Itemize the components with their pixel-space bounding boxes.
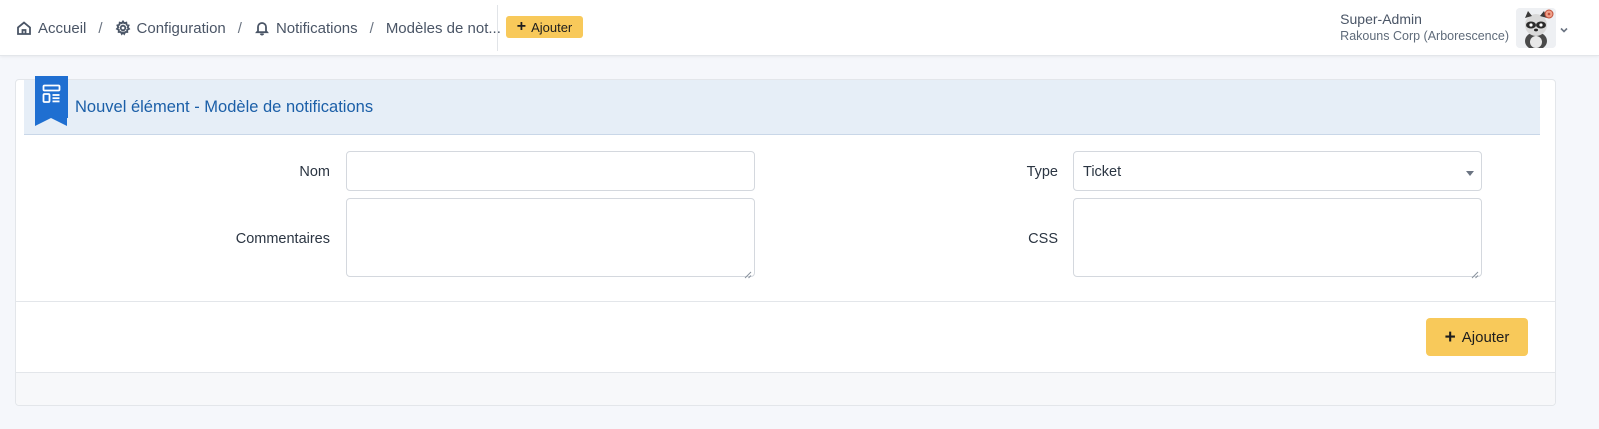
breadcrumb-home[interactable]: Accueil: [16, 20, 86, 37]
type-select[interactable]: Ticket: [1073, 151, 1482, 191]
add-button-label: Ajouter: [531, 19, 573, 35]
card-title: Nouvel élément - Modèle de notifications: [75, 98, 374, 116]
breadcrumb: Accueil / Configuration / Notifications …: [16, 17, 501, 39]
toolbar-divider: [497, 5, 498, 51]
name-input[interactable]: [346, 151, 755, 191]
bell-icon: [255, 22, 269, 36]
user-entity: Rakouns Corp (Arborescence): [1340, 29, 1509, 43]
top-bar: Accueil / Configuration / Notifications …: [0, 0, 1599, 56]
resize-handle[interactable]: [744, 266, 752, 279]
raccoon-avatar-icon: [1516, 8, 1556, 48]
card-divider: [16, 301, 1555, 302]
chevron-down-icon: [1560, 27, 1568, 33]
breadcrumb-config-label: Configuration: [136, 19, 226, 37]
card-ribbon: [35, 76, 68, 118]
form-icon: [42, 84, 61, 103]
type-label: Type: [1026, 164, 1058, 180]
form-card: Nouvel élément - Modèle de notifications…: [15, 76, 1556, 406]
submit-add-label: Ajouter: [1461, 328, 1510, 346]
card-ribbon-tail: [35, 118, 67, 126]
plus-icon: +: [516, 18, 527, 35]
breadcrumb-notifications-label: Notifications: [275, 19, 358, 37]
user-menu[interactable]: Super-Admin Rakouns Corp (Arborescence): [1340, 11, 1509, 44]
breadcrumb-separator: /: [369, 19, 374, 37]
breadcrumb-separator: /: [98, 19, 103, 37]
breadcrumb-notifications[interactable]: Notifications: [254, 20, 358, 37]
caret-down-icon: [1466, 171, 1474, 176]
css-textarea[interactable]: [1073, 198, 1482, 279]
breadcrumb-current[interactable]: Modèles de not...: [386, 20, 501, 37]
breadcrumb-config[interactable]: Configuration: [115, 20, 226, 37]
card-header: Nouvel élément - Modèle de notifications: [24, 76, 1540, 135]
breadcrumb-separator: /: [237, 19, 242, 37]
submit-add-button[interactable]: + Ajouter: [1426, 318, 1528, 356]
type-select-value: Ticket: [1083, 164, 1122, 180]
plus-icon: +: [1444, 326, 1456, 348]
css-label: CSS: [1028, 231, 1058, 247]
avatar[interactable]: [1516, 8, 1556, 48]
user-menu-toggle[interactable]: [1559, 22, 1569, 33]
card-footer: [16, 373, 1555, 405]
comment-label: Commentaires: [235, 231, 330, 247]
add-button[interactable]: + Ajouter: [506, 16, 583, 38]
comment-textarea[interactable]: [346, 198, 755, 279]
resize-handle[interactable]: [1471, 266, 1479, 279]
name-label: Nom: [299, 164, 330, 180]
breadcrumb-home-label: Accueil: [38, 19, 87, 37]
gear-icon: [115, 20, 130, 36]
user-name: Super-Admin: [1340, 11, 1422, 27]
home-icon: [17, 21, 31, 35]
